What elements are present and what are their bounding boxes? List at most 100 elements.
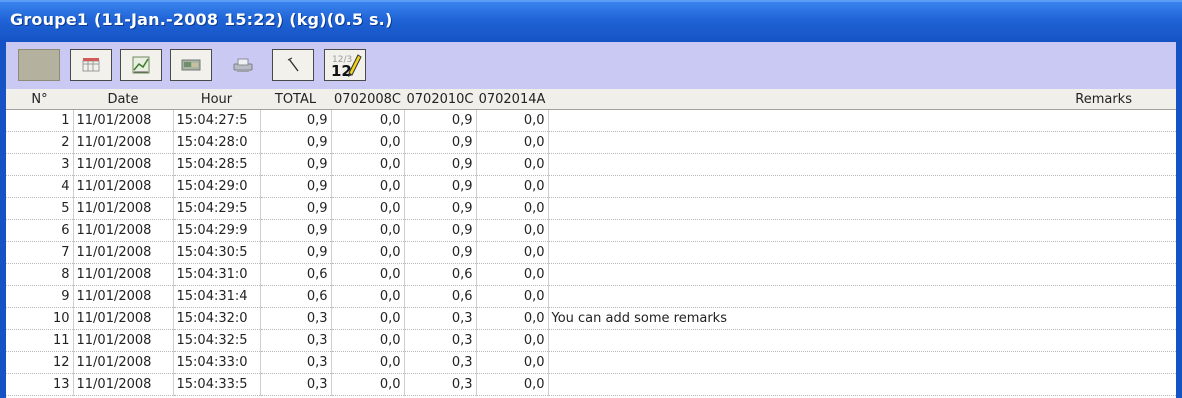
date-cell: 11/01/2008 xyxy=(73,263,174,286)
value-0702014a-cell: 0,0 xyxy=(476,131,549,154)
table-row[interactable]: 5 11/01/2008 15:04:29:5 0,9 0,0 0,9 0,0 xyxy=(6,197,1176,220)
value-0702010c-cell: 0,6 xyxy=(404,263,477,286)
remarks-cell[interactable] xyxy=(548,109,1176,132)
table-header-row: N° Date Hour TOTAL 0702008C 0702010C 070… xyxy=(6,89,1176,110)
column-header-0702014a[interactable]: 0702014A xyxy=(476,89,548,110)
column-header-date[interactable]: Date xyxy=(73,89,173,110)
row-number-cell: 8 xyxy=(6,263,74,286)
remarks-cell[interactable] xyxy=(548,197,1176,220)
remarks-cell[interactable] xyxy=(548,373,1176,396)
column-header-hour[interactable]: Hour xyxy=(173,89,260,110)
table-row[interactable]: 12 11/01/2008 15:04:33:0 0,3 0,0 0,3 0,0 xyxy=(6,351,1176,374)
remarks-cell[interactable] xyxy=(548,153,1176,176)
value-0702008c-cell: 0,0 xyxy=(331,153,405,176)
hour-cell: 15:04:30:5 xyxy=(173,241,261,264)
data-grid[interactable]: N° Date Hour TOTAL 0702008C 0702010C 070… xyxy=(0,89,1182,398)
total-cell: 0,9 xyxy=(260,153,332,176)
value-0702010c-cell: 0,3 xyxy=(404,329,477,352)
column-header-total[interactable]: TOTAL xyxy=(260,89,331,110)
value-0702008c-cell: 0,0 xyxy=(331,373,405,396)
table-row[interactable]: 8 11/01/2008 15:04:31:0 0,6 0,0 0,6 0,0 xyxy=(6,263,1176,286)
hour-cell: 15:04:29:0 xyxy=(173,175,261,198)
hour-cell: 15:04:33:0 xyxy=(173,351,261,374)
value-0702008c-cell: 0,0 xyxy=(331,241,405,264)
row-number-cell: 11 xyxy=(6,329,74,352)
value-0702014a-cell: 0,0 xyxy=(476,153,549,176)
hour-cell: 15:04:28:0 xyxy=(173,131,261,154)
chart-icon xyxy=(132,56,150,74)
image-button[interactable] xyxy=(170,49,212,81)
number-edit-icon: 12/3 12 xyxy=(331,54,362,79)
value-0702008c-cell: 0,0 xyxy=(331,131,405,154)
hour-cell: 15:04:32:0 xyxy=(173,307,261,330)
data-table: N° Date Hour TOTAL 0702008C 0702010C 070… xyxy=(6,89,1176,396)
hour-cell: 15:04:28:5 xyxy=(173,153,261,176)
value-0702014a-cell: 0,0 xyxy=(476,373,549,396)
total-cell: 0,3 xyxy=(260,373,332,396)
column-header-0702008c[interactable]: 0702008C xyxy=(331,89,404,110)
picture-icon xyxy=(181,59,201,71)
row-number-cell: 7 xyxy=(6,241,74,264)
row-number-cell: 13 xyxy=(6,373,74,396)
table-row[interactable]: 11 11/01/2008 15:04:32:5 0,3 0,0 0,3 0,0 xyxy=(6,329,1176,352)
row-number-cell: 3 xyxy=(6,153,74,176)
remarks-cell[interactable] xyxy=(548,263,1176,286)
row-number-cell: 10 xyxy=(6,307,74,330)
hour-cell: 15:04:31:0 xyxy=(173,263,261,286)
value-0702008c-cell: 0,0 xyxy=(331,307,405,330)
column-header-remarks[interactable]: Remarks xyxy=(548,89,1176,110)
remarks-cell[interactable]: You can add some remarks xyxy=(548,307,1176,330)
value-0702010c-cell: 0,3 xyxy=(404,351,477,374)
table-row[interactable]: 1 11/01/2008 15:04:27:5 0,9 0,0 0,9 0,0 xyxy=(6,109,1176,132)
chart-view-button[interactable] xyxy=(120,49,162,81)
hour-cell: 15:04:27:5 xyxy=(173,109,261,132)
value-0702014a-cell: 0,0 xyxy=(476,175,549,198)
total-cell: 0,9 xyxy=(260,197,332,220)
remarks-cell[interactable] xyxy=(548,131,1176,154)
value-0702014a-cell: 0,0 xyxy=(476,351,549,374)
total-cell: 0,9 xyxy=(260,131,332,154)
remarks-cell[interactable] xyxy=(548,351,1176,374)
window-titlebar[interactable]: Groupe1 (11-Jan.-2008 15:22) (kg)(0.5 s.… xyxy=(0,0,1182,42)
table-row[interactable]: 9 11/01/2008 15:04:31:4 0,6 0,0 0,6 0,0 xyxy=(6,285,1176,308)
table-row[interactable]: 10 11/01/2008 15:04:32:0 0,3 0,0 0,3 0,0 You ca… xyxy=(6,307,1176,330)
table-row[interactable]: 2 11/01/2008 15:04:28:0 0,9 0,0 0,9 0,0 xyxy=(6,131,1176,154)
table-row[interactable]: 3 11/01/2008 15:04:28:5 0,9 0,0 0,9 0,0 xyxy=(6,153,1176,176)
hour-cell: 15:04:29:9 xyxy=(173,219,261,242)
numbering-button[interactable]: 12/3 12 xyxy=(324,49,366,81)
hour-cell: 15:04:33:5 xyxy=(173,373,261,396)
value-0702008c-cell: 0,0 xyxy=(331,263,405,286)
date-cell: 11/01/2008 xyxy=(73,219,174,242)
value-0702014a-cell: 0,0 xyxy=(476,329,549,352)
table-row[interactable]: 6 11/01/2008 15:04:29:9 0,9 0,0 0,9 0,0 xyxy=(6,219,1176,242)
total-cell: 0,6 xyxy=(260,285,332,308)
total-cell: 0,3 xyxy=(260,307,332,330)
remarks-cell[interactable] xyxy=(548,219,1176,242)
table-row[interactable]: 13 11/01/2008 15:04:33:5 0,3 0,0 0,3 0,0 xyxy=(6,373,1176,396)
total-cell: 0,9 xyxy=(260,109,332,132)
table-view-button[interactable] xyxy=(70,49,112,81)
hour-cell: 15:04:31:4 xyxy=(173,285,261,308)
row-number-cell: 12 xyxy=(6,351,74,374)
remarks-cell[interactable] xyxy=(548,175,1176,198)
value-0702010c-cell: 0,6 xyxy=(404,285,477,308)
value-0702014a-cell: 0,0 xyxy=(476,263,549,286)
row-number-cell: 2 xyxy=(6,131,74,154)
date-cell: 11/01/2008 xyxy=(73,307,174,330)
line-tool-button[interactable] xyxy=(272,49,314,81)
table-row[interactable]: 4 11/01/2008 15:04:29:0 0,9 0,0 0,9 0,0 xyxy=(6,175,1176,198)
color-swatch-button[interactable] xyxy=(18,49,60,81)
total-cell: 0,9 xyxy=(260,219,332,242)
table-row[interactable]: 7 11/01/2008 15:04:30:5 0,9 0,0 0,9 0,0 xyxy=(6,241,1176,264)
remarks-cell[interactable] xyxy=(548,329,1176,352)
remarks-cell[interactable] xyxy=(548,285,1176,308)
print-button[interactable] xyxy=(222,49,264,81)
value-0702014a-cell: 0,0 xyxy=(476,219,549,242)
printer-icon xyxy=(233,58,253,72)
column-header-0702010c[interactable]: 0702010C xyxy=(404,89,476,110)
value-0702014a-cell: 0,0 xyxy=(476,241,549,264)
date-cell: 11/01/2008 xyxy=(73,131,174,154)
value-0702010c-cell: 0,9 xyxy=(404,197,477,220)
column-header-number[interactable]: N° xyxy=(6,89,73,110)
remarks-cell[interactable] xyxy=(548,241,1176,264)
